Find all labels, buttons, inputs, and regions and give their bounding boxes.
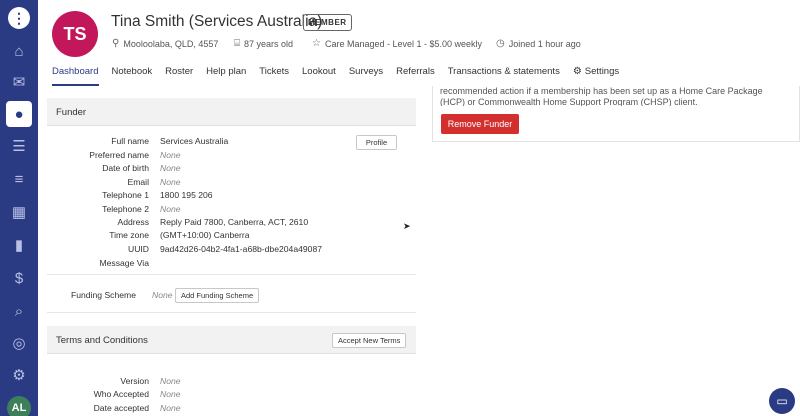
row-label: Date of birth xyxy=(102,163,149,173)
tab-settings[interactable]: ⚙ Settings xyxy=(573,66,619,82)
tab-surveys[interactable]: Surveys xyxy=(349,66,383,82)
age-meta: ⌸ 87 years old xyxy=(234,38,293,49)
search-icon[interactable]: ⌕ xyxy=(8,300,30,322)
star-icon: ☆ xyxy=(312,38,321,49)
dollar-icon[interactable]: $ xyxy=(8,267,30,289)
timeline-icon[interactable]: ≡ xyxy=(8,168,30,190)
location-text: Mooloolaba, QLD, 4557 xyxy=(123,38,219,49)
funder-row-email: Email None xyxy=(47,177,416,190)
client-avatar: TS xyxy=(52,11,98,57)
scheme-divider xyxy=(47,312,416,313)
row-value: None xyxy=(160,163,181,173)
location-pin-icon: ⚲ xyxy=(112,38,120,49)
row-label: UUID xyxy=(127,244,149,254)
funder-help-text: recommended action if a membership has b… xyxy=(440,86,763,106)
row-value: 9ad42d26-04b2-4fa1-a68b-dbe204a49087 xyxy=(160,244,322,254)
app-logo-icon[interactable]: ⋮ xyxy=(8,7,30,29)
remove-funder-button[interactable]: Remove Funder xyxy=(441,114,519,134)
chat-bubble-icon: ▭ xyxy=(776,394,788,408)
age-text: 87 years old xyxy=(244,38,294,49)
chart-icon[interactable]: ▮ xyxy=(8,234,30,256)
care-level-text: Care Managed - Level 1 - $5.00 weekly xyxy=(324,38,483,49)
cake-icon: ⌸ xyxy=(234,38,240,49)
row-value: Services Australia xyxy=(160,136,229,146)
funder-row-dob: Date of birth None xyxy=(47,163,416,176)
funder-title: Funder xyxy=(56,107,87,118)
client-name: Tina Smith (Services Australia) xyxy=(111,13,323,30)
row-label: Date accepted xyxy=(93,403,149,413)
active-tab-indicator xyxy=(52,84,99,86)
funder-divider xyxy=(47,274,416,275)
tab-tickets[interactable]: Tickets xyxy=(259,66,289,82)
row-value: None xyxy=(160,376,181,386)
stack-icon[interactable]: ☰ xyxy=(8,135,30,157)
funder-row-telephone-2: Telephone 2 None xyxy=(47,204,416,217)
row-label: Preferred name xyxy=(89,150,149,160)
chat-support-button[interactable]: ▭ xyxy=(769,388,795,414)
row-label: Address xyxy=(117,217,149,227)
terms-row-date-accepted: Date accepted None xyxy=(47,403,416,416)
tab-dashboard[interactable]: Dashboard xyxy=(52,66,98,82)
row-label: Time zone xyxy=(109,230,149,240)
row-label: Email xyxy=(127,177,150,187)
joined-text: Joined 1 hour ago xyxy=(508,38,581,49)
tab-lookout[interactable]: Lookout xyxy=(302,66,336,82)
funder-row-full-name: Full name Services Australia xyxy=(47,136,416,149)
row-value: None xyxy=(160,177,181,187)
row-value: None xyxy=(160,150,181,160)
joined-meta: ◷ Joined 1 hour ago xyxy=(496,38,581,49)
mouse-cursor-icon: ➤ xyxy=(403,221,411,231)
left-nav-rail: ⋮ ⌂ ✉ ● ☰ ≡ ▦ ▮ $ ⌕ ◎ ⚙ AL xyxy=(0,0,38,416)
inbox-icon[interactable]: ✉ xyxy=(8,71,30,93)
clock-icon: ◷ xyxy=(496,38,505,49)
funding-scheme-label: Funding Scheme xyxy=(71,290,136,300)
tab-bar: Dashboard Notebook Roster Help plan Tick… xyxy=(52,66,632,82)
terms-title: Terms and Conditions xyxy=(56,335,148,346)
care-level-meta: ☆ Care Managed - Level 1 - $5.00 weekly xyxy=(312,38,482,49)
row-label: Full name xyxy=(111,136,149,146)
row-value: None xyxy=(160,389,181,399)
person-icon[interactable]: ● xyxy=(6,101,32,127)
add-funding-scheme-button[interactable]: Add Funding Scheme xyxy=(175,288,260,303)
member-badge: MEMBER xyxy=(303,14,352,31)
row-value: (GMT+10:00) Canberra xyxy=(160,230,250,240)
row-label: Telephone 1 xyxy=(102,190,149,200)
funder-row-telephone-1: Telephone 1 1800 195 206 xyxy=(47,190,416,203)
funder-row-message-via: Message Via xyxy=(47,258,416,271)
terms-row-who-accepted: Who Accepted None xyxy=(47,389,416,402)
tab-help-plan[interactable]: Help plan xyxy=(206,66,246,82)
row-label: Who Accepted xyxy=(93,389,149,399)
row-value: Reply Paid 7800, Canberra, ACT, 2610 xyxy=(160,217,309,227)
row-value: None xyxy=(160,204,181,214)
funding-scheme-value: None xyxy=(152,290,173,300)
terms-row-version: Version None xyxy=(47,376,416,389)
row-label: Version xyxy=(120,376,149,386)
gear-icon: ⚙ xyxy=(572,66,582,77)
funder-row-uuid: UUID 9ad42d26-04b2-4fa1-a68b-dbe204a49087 xyxy=(47,244,416,257)
accept-new-terms-button[interactable]: Accept New Terms xyxy=(332,333,407,348)
row-value: None xyxy=(160,403,181,413)
location-meta: ⚲ Mooloolaba, QLD, 4557 xyxy=(112,38,218,49)
funder-row-preferred-name: Preferred name None xyxy=(47,150,416,163)
settings-icon[interactable]: ⚙ xyxy=(8,364,30,386)
tab-notebook[interactable]: Notebook xyxy=(111,66,152,82)
calendar-icon[interactable]: ▦ xyxy=(8,201,30,223)
tab-transactions[interactable]: Transactions & statements xyxy=(448,66,560,82)
row-label: Telephone 2 xyxy=(102,204,149,214)
funder-row-address: Address Reply Paid 7800, Canberra, ACT, 2… xyxy=(47,217,416,230)
user-avatar[interactable]: AL xyxy=(7,396,31,416)
home-icon[interactable]: ⌂ xyxy=(8,40,30,62)
row-value: 1800 195 206 xyxy=(160,190,213,200)
tab-roster[interactable]: Roster xyxy=(165,66,193,82)
row-label: Message Via xyxy=(99,258,149,268)
funder-row-time-zone: Time zone (GMT+10:00) Canberra xyxy=(47,230,416,243)
support-icon[interactable]: ◎ xyxy=(8,332,30,354)
tab-settings-label: Settings xyxy=(584,66,620,77)
tab-referrals[interactable]: Referrals xyxy=(396,66,435,82)
funder-section-header: Funder xyxy=(47,98,416,126)
